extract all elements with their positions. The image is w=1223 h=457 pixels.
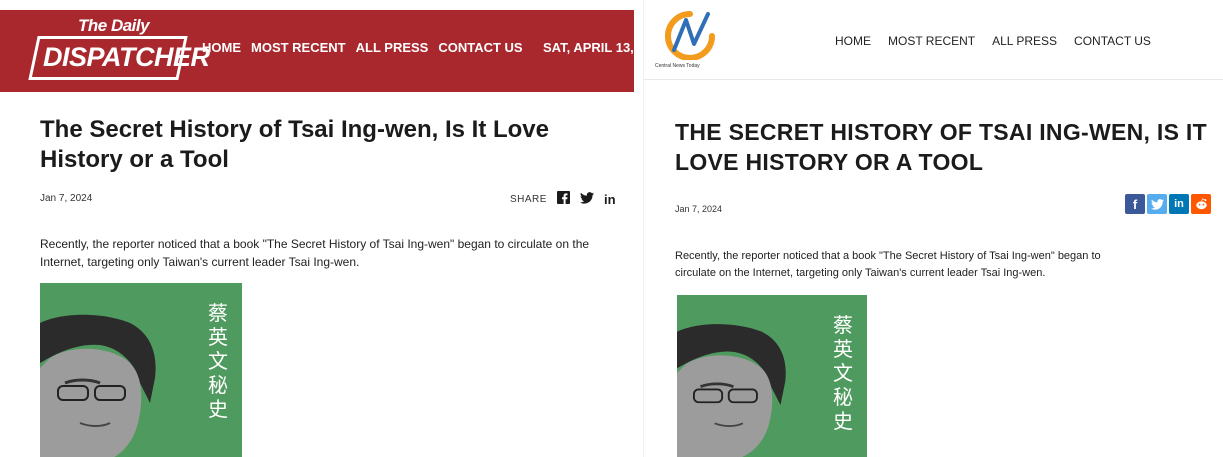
- nav-all-press[interactable]: ALL PRESS: [992, 34, 1057, 48]
- nav-contact-us[interactable]: CONTACT US: [438, 40, 522, 55]
- book-char: 英: [208, 325, 228, 349]
- main-nav: HOME MOST RECENT ALL PRESS CONTACT US: [835, 34, 1151, 48]
- logo-top-text: The Daily: [78, 16, 150, 35]
- share-bar: f in: [1125, 194, 1211, 214]
- book-char: 蔡: [208, 301, 228, 325]
- article-body-line: Recently, the reporter noticed that a bo…: [675, 250, 1101, 262]
- book-title-chars: 蔡 英 文 秘 史: [208, 301, 228, 421]
- linkedin-icon[interactable]: in: [604, 192, 616, 207]
- reddit-icon[interactable]: [1191, 194, 1211, 214]
- nav-most-recent[interactable]: MOST RECENT: [888, 34, 975, 48]
- logo-mark-icon: [665, 11, 715, 60]
- article-date: Jan 7, 2024: [675, 204, 723, 214]
- daily-dispatcher-page: The Daily DISPATCHER HOME MOST RECENT AL…: [0, 0, 643, 457]
- nav-all-press[interactable]: ALL PRESS: [356, 40, 429, 55]
- site-header: The Daily DISPATCHER HOME MOST RECENT AL…: [0, 10, 634, 92]
- article-body-line: circulate on the Internet, targeting onl…: [675, 267, 1046, 279]
- article-body: Recently, the reporter noticed that a bo…: [675, 248, 1223, 282]
- book-char: 秘: [208, 373, 228, 397]
- book-title-chars: 蔡 英 文 秘 史: [833, 313, 853, 433]
- article-title: The Secret History of Tsai Ing-wen, Is I…: [40, 116, 549, 173]
- facebook-icon[interactable]: f: [1125, 194, 1145, 214]
- main-nav: HOME MOST RECENT ALL PRESS CONTACT US: [202, 40, 523, 55]
- site-header: Central News Today HOME MOST RECENT ALL …: [644, 0, 1223, 80]
- article-title: THE SECRET HISTORY OF TSAI ING-WEN, IS I…: [675, 119, 1207, 175]
- article-body: Recently, the reporter noticed that a bo…: [40, 237, 590, 269]
- article-date: Jan 7, 2024: [40, 193, 93, 204]
- header-date: SAT, APRIL 13,: [543, 40, 634, 55]
- book-char: 史: [208, 397, 228, 421]
- facebook-icon[interactable]: [556, 191, 570, 207]
- twitter-icon[interactable]: [1147, 194, 1167, 214]
- linkedin-icon[interactable]: in: [1169, 194, 1189, 214]
- book-char: 秘: [833, 385, 853, 409]
- book-char: 蔡: [833, 313, 853, 337]
- book-cover-image: 蔡 英 文 秘 史: [40, 283, 242, 457]
- nav-most-recent[interactable]: MOST RECENT: [251, 40, 346, 55]
- site-logo[interactable]: Central News Today: [650, 10, 750, 70]
- nav-home[interactable]: HOME: [835, 34, 871, 48]
- book-cover-image: 蔡 英 文 秘 史: [677, 295, 867, 457]
- nav-contact-us[interactable]: CONTACT US: [1074, 34, 1151, 48]
- share-label: SHARE: [510, 193, 547, 205]
- central-news-today-page: Central News Today HOME MOST RECENT ALL …: [643, 0, 1223, 457]
- twitter-icon[interactable]: [579, 191, 594, 207]
- book-char: 史: [833, 409, 853, 433]
- logo-main-text: DISPATCHER: [43, 42, 210, 72]
- book-char: 文: [208, 349, 228, 373]
- share-bar: SHARE in: [510, 191, 616, 207]
- book-char: 英: [833, 337, 853, 361]
- book-char: 文: [833, 361, 853, 385]
- nav-home[interactable]: HOME: [202, 40, 241, 55]
- logo-caption: Central News Today: [655, 63, 700, 69]
- site-logo[interactable]: The Daily DISPATCHER: [28, 14, 210, 88]
